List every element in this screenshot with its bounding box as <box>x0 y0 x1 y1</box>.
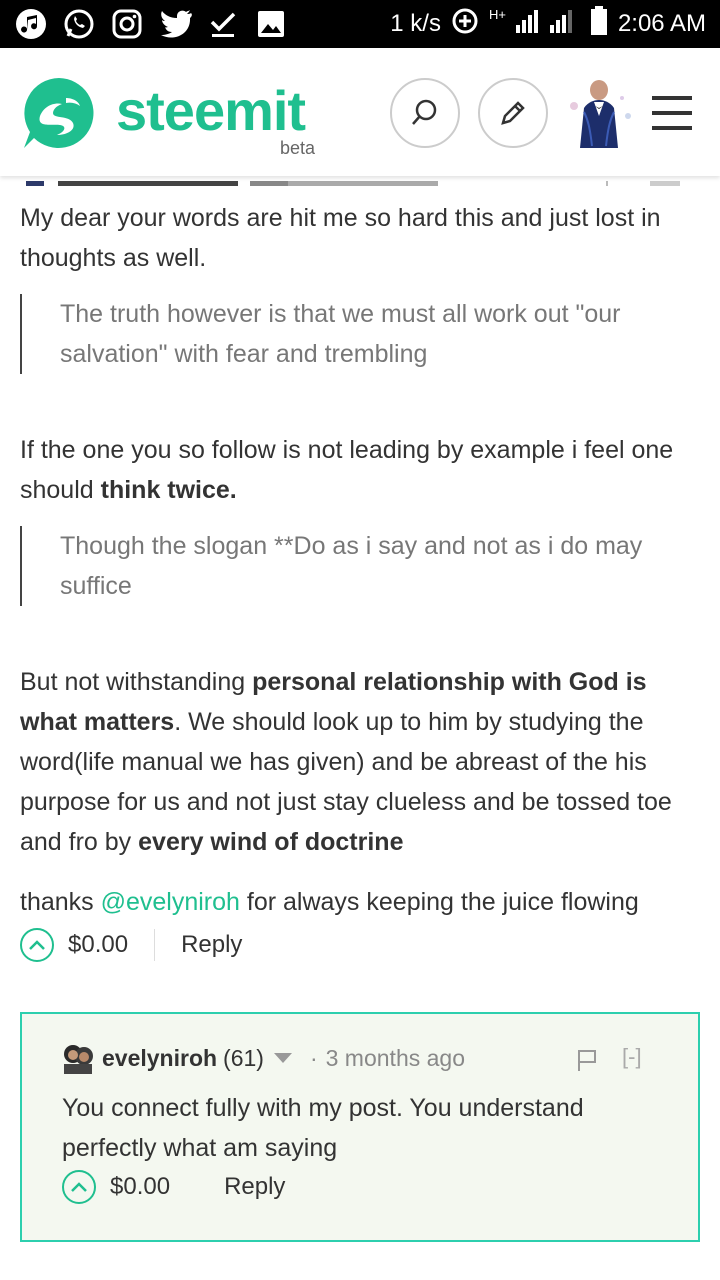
comment-paragraph-1: My dear your words are hit me so hard th… <box>20 204 661 272</box>
music-icon <box>14 7 48 41</box>
payout-value[interactable]: $0.00 <box>110 1173 170 1201</box>
reply-link[interactable]: Reply <box>224 1173 285 1201</box>
status-bar: 1 k/s H+ 2:06 AM <box>0 0 720 48</box>
chevron-up-icon <box>29 940 45 950</box>
paragraph-2-bold: think twice. <box>100 476 237 504</box>
nested-reply: evelyniroh (61) · 3 months ago [-] You c… <box>20 1012 700 1242</box>
brand-beta-label: beta <box>280 138 316 158</box>
user-avatar[interactable] <box>562 76 636 150</box>
paragraph-4-text-b: for always keeping the juice flowing <box>239 888 639 916</box>
battery-icon <box>590 5 608 43</box>
twitter-icon <box>158 7 192 41</box>
pencil-icon <box>501 101 525 125</box>
search-button[interactable] <box>390 78 460 148</box>
paragraph-4-text-a: thanks <box>20 888 101 916</box>
reply-timestamp[interactable]: 3 months ago <box>326 1045 465 1072</box>
upvote-button[interactable] <box>20 928 54 962</box>
meta-separator: · <box>309 1044 318 1071</box>
reply-link[interactable]: Reply <box>181 931 242 959</box>
user-mention-link[interactable]: @evelyniroh <box>101 888 240 916</box>
comment-actions: $0.00 Reply <box>20 928 242 962</box>
paragraph-3-bold-2: every wind of doctrine <box>138 828 404 856</box>
menu-button[interactable] <box>652 96 692 130</box>
comment-paragraph-3: But not withstanding personal relationsh… <box>20 662 700 862</box>
reply-meta: evelyniroh (61) · 3 months ago <box>62 1042 465 1074</box>
reply-author-name[interactable]: evelyniroh <box>102 1045 217 1072</box>
author-dropdown-icon[interactable] <box>273 1053 292 1063</box>
reply-author-reputation: (61) <box>223 1044 264 1071</box>
whatsapp-icon <box>62 7 96 41</box>
search-icon <box>412 99 437 125</box>
download-done-icon <box>206 7 240 41</box>
reply-author-avatar[interactable] <box>62 1042 94 1074</box>
hamburger-line <box>652 96 692 100</box>
flag-icon[interactable] <box>576 1048 598 1076</box>
signal-icon <box>515 7 580 42</box>
site-header: steemit beta <box>0 48 720 176</box>
image-icon <box>254 7 288 41</box>
payout-value[interactable]: $0.00 <box>68 931 128 959</box>
hamburger-line <box>652 111 692 115</box>
network-type: H+ <box>488 6 506 22</box>
network-speed: 1 k/s <box>390 10 441 37</box>
instagram-icon <box>110 7 144 41</box>
action-divider <box>154 929 156 961</box>
comment-header-cutoff <box>20 176 700 186</box>
comment-paragraph-4: thanks @evelyniroh for always keeping th… <box>20 882 700 922</box>
chevron-up-icon <box>71 1182 87 1192</box>
reply-actions: $0.00 Reply <box>62 1170 285 1204</box>
blockquote-2: Though the slogan **Do as i say and not … <box>20 526 700 606</box>
steemit-logo-icon[interactable] <box>20 74 98 152</box>
clock: 2:06 AM <box>617 10 706 37</box>
blockquote-1: The truth however is that we must all wo… <box>20 294 700 374</box>
collapse-toggle[interactable]: [-] <box>622 1044 642 1070</box>
comment-paragraph-2: If the one you so follow is not leading … <box>20 430 700 510</box>
write-post-button[interactable] <box>478 78 548 148</box>
upvote-button[interactable] <box>62 1170 96 1204</box>
paragraph-3-text-a: But not withstanding <box>20 668 253 696</box>
hamburger-line <box>652 126 692 130</box>
data-saver-icon <box>451 7 479 42</box>
reply-body: You connect fully with my post. You unde… <box>62 1094 584 1162</box>
brand-name[interactable]: steemit <box>116 78 306 143</box>
